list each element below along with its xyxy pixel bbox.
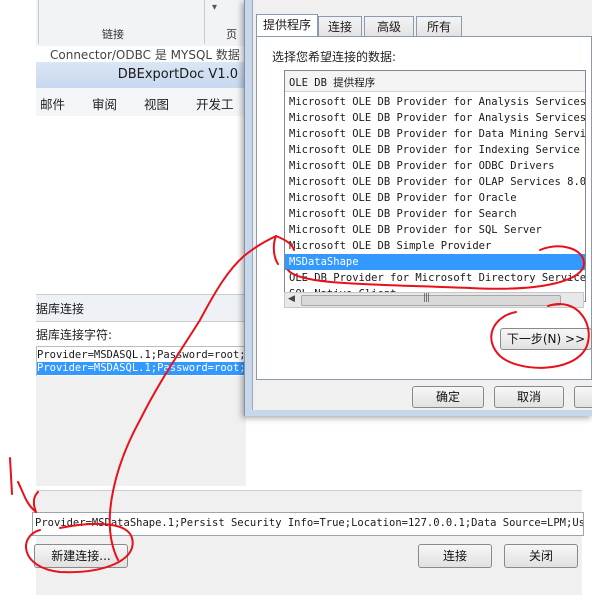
tab-advanced[interactable]: 高级	[364, 16, 414, 36]
list-item[interactable]: Microsoft OLE DB Provider for Oracle	[285, 190, 585, 206]
background-text: Connector/ODBC 是 MYSQL 数据	[50, 48, 240, 62]
horizontal-scrollbar[interactable]: ◀ |||	[284, 292, 584, 308]
list-item[interactable]: Microsoft OLE DB Provider for Analysis S…	[285, 94, 585, 110]
list-item[interactable]: OLE DB Provider for Microsoft Directory …	[285, 270, 585, 286]
ribbon-fragment: 链接 ▾ 页	[36, 0, 250, 47]
annotation-arrow-head	[17, 481, 39, 513]
scroll-left-arrow-icon[interactable]: ◀	[288, 294, 295, 304]
new-connection-button[interactable]: 新建连接...	[34, 544, 128, 568]
bottom-panel	[36, 490, 582, 595]
ribbon-separator	[204, 0, 205, 44]
connection-group-title: 据库连接	[36, 302, 85, 316]
list-item[interactable]: Microsoft OLE DB Provider for SQL Server	[285, 222, 585, 238]
next-button[interactable]: 下一步(N) >>	[500, 328, 592, 350]
list-item[interactable]: Microsoft OLE DB Provider for ODBC Drive…	[285, 158, 585, 174]
ribbon-separator	[38, 0, 39, 44]
apply-button[interactable]	[574, 386, 592, 408]
annotation-mark-one	[9, 457, 13, 495]
list-item[interactable]: Microsoft OLE DB Provider for OLAP Servi…	[285, 174, 585, 190]
provider-list[interactable]: OLE DB 提供程序 Microsoft OLE DB Provider fo…	[284, 70, 586, 302]
list-item[interactable]: Microsoft OLE DB Provider for Search	[285, 206, 585, 222]
connection-string-label: 据库连接字符:	[36, 328, 113, 342]
list-item-selected[interactable]: MSDataShape	[285, 254, 585, 270]
list-item-selected[interactable]: Provider=MSDASQL.1;Password=root;Pe	[37, 362, 247, 375]
connection-string-list[interactable]: Provider=MSDASQL.1;Password=root;Pe Prov…	[36, 346, 248, 378]
app-title: DBExportDoc V1.0	[117, 67, 238, 82]
scrollbar-thumb[interactable]	[301, 295, 561, 306]
connection-string-field[interactable]: Provider=MSDataShape.1;Persist Security …	[32, 512, 584, 536]
menu-item-developer[interactable]: 开发工	[196, 94, 234, 113]
list-item[interactable]: Microsoft OLE DB Simple Provider	[285, 238, 585, 254]
menu-item-mail[interactable]: 邮件	[40, 94, 65, 113]
list-item[interactable]: Microsoft OLE DB Provider for Data Minin…	[285, 126, 585, 142]
app-content	[36, 116, 246, 294]
provider-list-header: OLE DB 提供程序	[285, 71, 585, 92]
app-titlebar: DBExportDoc V1.0	[36, 62, 246, 89]
connection-group-header: 据库连接	[36, 294, 246, 322]
connection-string-value: Provider=MSDataShape.1;Persist Security …	[35, 517, 584, 529]
ok-button[interactable]: 确定	[412, 386, 484, 408]
scrollbar-grip-icon: |||	[423, 293, 430, 303]
app-menubar: 邮件 审阅 视图 开发工	[36, 88, 246, 117]
ribbon-group-link-label: 链接	[102, 28, 124, 41]
list-item[interactable]: Provider=MSDASQL.1;Password=root;Pe	[37, 349, 247, 362]
cancel-button[interactable]: 取消	[494, 386, 564, 408]
tab-provider[interactable]: 提供程序	[256, 14, 318, 37]
menu-item-review[interactable]: 审阅	[92, 94, 117, 113]
list-item[interactable]: Microsoft OLE DB Provider for Analysis S…	[285, 110, 585, 126]
app-lower-pane	[36, 376, 246, 486]
menu-item-view[interactable]: 视图	[144, 94, 169, 113]
ribbon-dropdown-icon[interactable]: ▾	[212, 2, 217, 13]
ribbon-group-page-label: 页	[226, 28, 237, 41]
close-button[interactable]: 关闭	[504, 544, 578, 568]
dialog-prompt: 选择您希望连接的数据:	[272, 50, 397, 64]
tab-connection[interactable]: 连接	[318, 16, 362, 36]
background-text-row: Connector/ODBC 是 MYSQL 数据	[36, 46, 250, 62]
list-item[interactable]: Microsoft OLE DB Provider for Indexing S…	[285, 142, 585, 158]
provider-list-header-label: OLE DB 提供程序	[289, 77, 376, 89]
connect-button[interactable]: 连接	[418, 544, 492, 568]
tab-all[interactable]: 所有	[416, 16, 462, 36]
